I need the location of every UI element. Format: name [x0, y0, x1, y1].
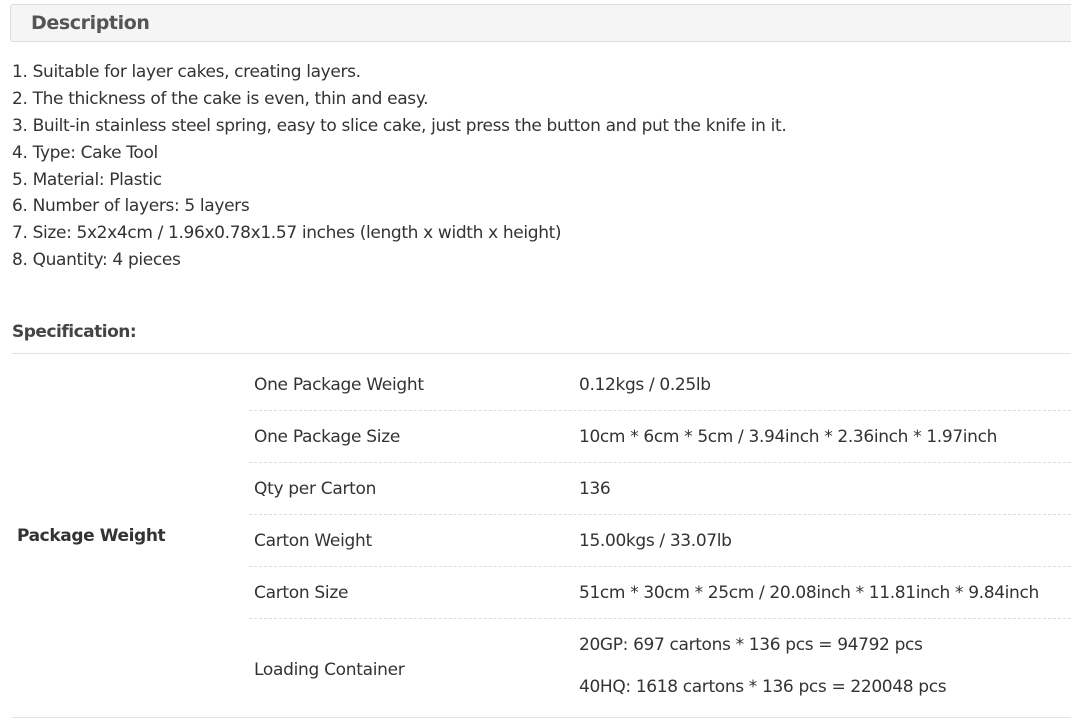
spec-name: Loading Container	[254, 660, 405, 680]
spec-name: Carton Weight	[254, 531, 372, 551]
description-item: 5. Material: Plastic	[12, 169, 162, 190]
description-list: 1. Suitable for layer cakes, creating la…	[12, 59, 787, 274]
spec-name: One Package Size	[254, 427, 400, 447]
spec-value-20gp: 20GP: 697 cartons * 136 pcs = 94792 pcs	[579, 635, 923, 655]
description-item: 1. Suitable for layer cakes, creating la…	[12, 62, 361, 82]
spec-value: 10cm * 6cm * 5cm / 3.94inch * 2.36inch *…	[579, 427, 998, 447]
description-item: 7. Size: 5x2x4cm / 1.96x0.78x1.57 inches…	[12, 223, 562, 244]
description-item: 8. Quantity: 4 pieces	[12, 250, 181, 271]
spec-row-carton-size: Carton Size 51cm * 30cm * 25cm / 20.08in…	[249, 567, 1071, 619]
spec-value: 15.00kgs / 33.07lb	[579, 531, 732, 551]
spec-row-loading-container: Loading Container 20GP: 697 cartons * 13…	[249, 619, 1071, 722]
spec-row-one-package-size: One Package Size 10cm * 6cm * 5cm / 3.94…	[249, 411, 1071, 463]
spec-row-carton-weight: Carton Weight 15.00kgs / 33.07lb	[249, 515, 1071, 567]
group-label-package-weight: Package Weight	[17, 526, 166, 546]
spec-name: One Package Weight	[254, 375, 424, 395]
spec-value: 136	[579, 479, 611, 499]
spec-row-qty-per-carton: Qty per Carton 136	[249, 463, 1071, 515]
description-item: 4. Type: Cake Tool	[12, 142, 158, 163]
spec-value: 51cm * 30cm * 25cm / 20.08inch * 11.81in…	[579, 583, 1039, 603]
description-header: Description	[10, 4, 1071, 42]
description-item: 6. Number of layers: 5 layers	[12, 196, 250, 217]
spec-value: 0.12kgs / 0.25lb	[579, 375, 711, 395]
description-item: 3. Built-in stainless steel spring, easy…	[12, 115, 787, 136]
specification-table: Package Weight One Package Weight 0.12kg…	[12, 353, 1071, 718]
spec-row-one-package-weight: One Package Weight 0.12kgs / 0.25lb	[249, 359, 1071, 411]
spec-name: Qty per Carton	[254, 479, 377, 499]
description-title: Description	[31, 12, 150, 34]
specification-title: Specification:	[12, 322, 137, 342]
spec-value-40hq: 40HQ: 1618 cartons * 136 pcs = 220048 pc…	[579, 677, 947, 697]
description-item: 2. The thickness of the cake is even, th…	[12, 88, 429, 109]
spec-name: Carton Size	[254, 583, 349, 603]
